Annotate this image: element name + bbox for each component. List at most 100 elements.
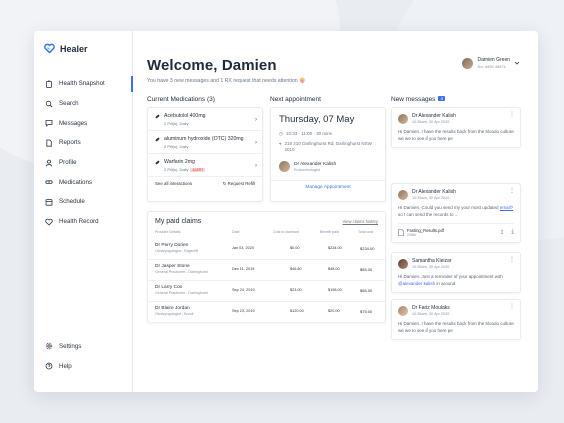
chevron-right-icon: › (255, 117, 257, 123)
clipboard-icon (46, 80, 52, 88)
pdf-icon (398, 229, 404, 236)
message-sender: Samantha Kleizar (412, 258, 452, 264)
attachment[interactable]: Fasting_Results.pdf 240kb ⇪ ⤓ (398, 223, 514, 237)
claims-card: My paid claims View claims history Provi… (147, 211, 386, 323)
message-body: Hi Damien. Just a reminder of your appoi… (398, 274, 514, 287)
sidebar-item-messages[interactable]: Messages (34, 113, 132, 133)
message-item[interactable]: Dr Fariz Moulaks 10:35am, 30 Apr 2020 ⋮ … (391, 299, 521, 340)
more-options-icon[interactable]: ⋮ (509, 112, 515, 118)
download-icon[interactable]: ⤓ (511, 229, 514, 236)
claim-total: $56.00 (360, 288, 373, 293)
message-link[interactable]: email? (500, 205, 513, 210)
message-time: 10:35am, 30 Apr 2020 (412, 120, 450, 124)
sidebar-item-schedule[interactable]: Schedule (34, 192, 132, 212)
claim-benefit: $198.00 (328, 288, 342, 292)
more-options-icon[interactable]: ⋮ (509, 304, 515, 310)
claim-date: Sep 23, 2019 (232, 309, 255, 313)
sidebar-item-label: Health Record (59, 218, 99, 226)
claim-date: Sep 24, 2019 (232, 288, 255, 292)
table-row[interactable]: Dr Jasper Stone General Practioner - Darl… (148, 260, 385, 281)
message-item[interactable]: Dr Alexander Kalish 10:35am, 30 Apr 2020… (391, 107, 521, 148)
message-item[interactable]: Samantha Kleizar 10:35am, 30 Apr 2020 ⋮ … (391, 252, 521, 293)
share-icon[interactable]: ⇪ (499, 229, 504, 236)
claim-cost: $46.80 (290, 267, 302, 271)
messages-title: New messages 4 (391, 96, 445, 103)
appointment-doctor[interactable]: Dr Alexander Kalish Endocrinologist (271, 155, 385, 178)
message-text-tail: in around (435, 280, 456, 286)
messages-title-label: New messages (391, 96, 436, 103)
search-icon (45, 100, 53, 108)
sidebar-item-help[interactable]: Help (34, 356, 132, 376)
claim-cost: $0.00 (290, 246, 300, 250)
appointment-title: Next appointment (270, 96, 321, 103)
sidebar-item-label: Messages (59, 119, 88, 127)
claim-provider-name: Dr Jasper Stone (155, 264, 190, 269)
messages-list: Dr Alexander Kalish 10:35am, 30 Apr 2020… (391, 107, 521, 387)
doctor-name: Dr Alexander Kalish (294, 161, 337, 167)
gear-icon (45, 343, 53, 350)
avatar (462, 57, 474, 69)
message-text-tail: so I can send the records to ... (398, 211, 459, 217)
more-options-icon[interactable]: ⋮ (509, 188, 515, 194)
chevron-right-icon: › (255, 140, 257, 146)
medications-card: Acebutolol 400mg 2 Pill(s), Daily › alum… (147, 107, 263, 202)
claim-total: $234.00 (360, 246, 375, 251)
table-row[interactable]: Dr Blaire Jordan Otolaryngologist - Bondi… (148, 302, 385, 323)
sidebar-item-label: Schedule (59, 198, 85, 206)
table-row[interactable]: Dr Perry Dorien Otolaryngologist - Edgecl… (148, 239, 385, 260)
appointment-date: Thursday, 07 May (279, 114, 355, 125)
col-cost: Cost to claimant (273, 230, 299, 234)
col-date: Date (232, 230, 240, 234)
messages-count-badge: 4 (438, 96, 445, 101)
heart-icon (45, 218, 53, 226)
manage-appointment-button[interactable]: Manage Appointment (271, 180, 385, 190)
sidebar-item-label: Profile (59, 159, 77, 167)
pill-icon (155, 114, 160, 119)
sidebar-item-label: Reports (59, 139, 81, 147)
medication-name: Warfarin 2mg (164, 159, 195, 165)
claim-date: Jan 03, 2020 (232, 246, 254, 250)
medication-item[interactable]: aluminum hydroxide (OTC) 320mg 2 Pill(s)… (148, 131, 262, 154)
user-name: Damien Green (477, 57, 510, 63)
message-time: 10:35am, 30 Apr 2020 (412, 265, 450, 269)
medication-item[interactable]: Acebutolol 400mg 2 Pill(s), Daily › (148, 108, 262, 131)
see-all-interactions-link[interactable]: See all interactions (155, 181, 192, 187)
sidebar-item-label: Settings (59, 342, 82, 350)
calendar-icon (45, 199, 53, 206)
sidebar-item-health-record[interactable]: Health Record (34, 212, 132, 232)
sidebar-item-label: Search (59, 100, 79, 108)
claim-cost: $23.00 (290, 288, 302, 292)
view-claims-history-link[interactable]: View claims history (342, 219, 378, 224)
claim-provider-name: Dr Larry Cox (155, 285, 183, 290)
user-menu[interactable]: Damien Green No: 4455 45871 (462, 57, 520, 69)
location-icon: ⌖ (279, 141, 282, 146)
chevron-right-icon: › (255, 163, 257, 169)
message-item[interactable]: Dr Alexander Kalish 10:35am, 30 Apr 2020… (391, 183, 521, 243)
sender-avatar (398, 305, 408, 316)
sidebar-item-medications[interactable]: Medications (34, 172, 132, 192)
more-options-icon[interactable]: ⋮ (509, 257, 515, 263)
sidebar-item-search[interactable]: Search (34, 94, 132, 114)
main-content: Welcome, Damien You have 3 new messages … (133, 31, 538, 392)
chevron-down-icon[interactable] (514, 60, 520, 66)
col-provider: Provider Details (155, 230, 181, 234)
message-body: Hi Damien. I have the results back from … (398, 129, 514, 142)
claim-benefit: $48.00 (328, 267, 340, 271)
claim-provider-detail: Otolaryngologist - Edgecliff (155, 249, 198, 253)
claim-benefit: $20.00 (328, 309, 340, 313)
sidebar-item-settings[interactable]: Settings (34, 337, 132, 357)
medication-item[interactable]: Warfarin 2mg 2 Pill(s), Daily ALERT › (148, 154, 262, 177)
message-text: Hi Damien. I have the results back from … (398, 321, 514, 333)
message-mention[interactable]: @alexander kalish (398, 281, 435, 286)
medication-dose: 2 Pill(s), Daily (164, 144, 189, 149)
sidebar-item-profile[interactable]: Profile (34, 153, 132, 173)
sender-avatar (398, 189, 408, 200)
request-refill-button[interactable]: ↻ Request Refill (223, 181, 255, 187)
app-window: Healer Health Snapshot Search Messages R… (34, 31, 538, 392)
sidebar-item-reports[interactable]: Reports (34, 133, 132, 153)
message-text: Hi Damien. Just a reminder of your appoi… (398, 274, 503, 279)
sidebar-item-health-snapshot[interactable]: Health Snapshot (34, 74, 133, 94)
request-refill-label: Request Refill (227, 181, 255, 186)
logo[interactable]: Healer (34, 43, 132, 54)
table-row[interactable]: Dr Larry Cox General Practioner - Darling… (148, 281, 385, 302)
